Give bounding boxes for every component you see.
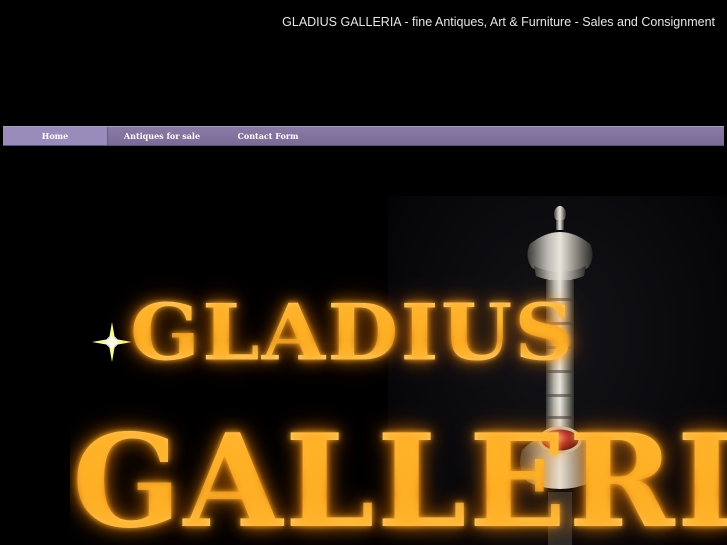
site-title: GLADIUS GALLERIA - fine Antiques, Art & …	[282, 15, 715, 29]
nav-item-contact-form[interactable]: Contact Form	[216, 127, 320, 145]
logo-text-gladius: GLADIUS	[130, 287, 576, 379]
hero-banner: GLADIUS GALLERIA	[70, 196, 727, 545]
main-nav-bar: Home Antiques for sale Contact Form	[3, 126, 724, 146]
sparkle-icon	[92, 322, 132, 362]
nav-item-home[interactable]: Home	[3, 127, 108, 145]
logo-text-galleria: GALLERIA	[72, 418, 727, 545]
nav-item-antiques-for-sale[interactable]: Antiques for sale	[108, 127, 216, 145]
